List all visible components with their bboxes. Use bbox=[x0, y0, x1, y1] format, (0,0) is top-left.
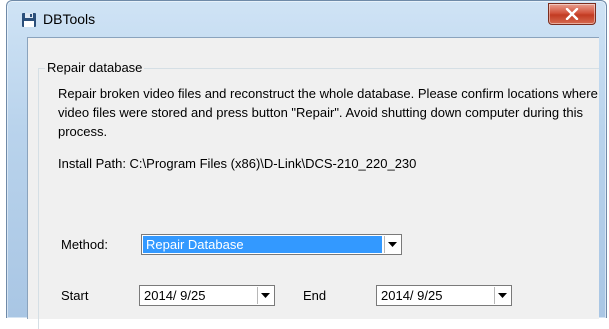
group-title: Repair database bbox=[45, 60, 145, 75]
close-button[interactable] bbox=[548, 3, 596, 25]
chevron-down-icon bbox=[498, 293, 507, 298]
end-date-value: 2014/ 9/25 bbox=[381, 288, 443, 303]
window-title: DBTools bbox=[43, 11, 96, 27]
start-date-dropdown-button[interactable] bbox=[257, 287, 273, 304]
method-select[interactable]: Repair Database bbox=[141, 234, 402, 255]
floppy-disk-icon bbox=[21, 12, 37, 28]
method-label: Method: bbox=[61, 237, 108, 252]
end-label: End bbox=[303, 288, 327, 303]
repair-description: Repair broken video files and reconstruc… bbox=[58, 86, 598, 139]
install-path: Install Path: C:\Program Files (x86)\D-L… bbox=[58, 156, 417, 171]
end-date-picker[interactable]: 2014/ 9/25 bbox=[376, 285, 512, 306]
chevron-down-icon bbox=[261, 293, 270, 298]
end-date-dropdown-button[interactable] bbox=[494, 287, 510, 304]
dbtools-window: DBTools Repair database Repair broken vi… bbox=[6, 0, 607, 329]
start-label: Start bbox=[61, 288, 89, 303]
start-date-picker[interactable]: 2014/ 9/25 bbox=[139, 285, 275, 306]
title-bar[interactable]: DBTools bbox=[7, 1, 606, 37]
method-dropdown-button[interactable] bbox=[384, 236, 400, 253]
start-date-value: 2014/ 9/25 bbox=[144, 288, 206, 303]
chevron-down-icon bbox=[388, 242, 397, 247]
method-select-value: Repair Database bbox=[143, 236, 382, 253]
close-icon bbox=[565, 8, 579, 20]
client-area: Repair database Repair broken video file… bbox=[27, 37, 599, 329]
